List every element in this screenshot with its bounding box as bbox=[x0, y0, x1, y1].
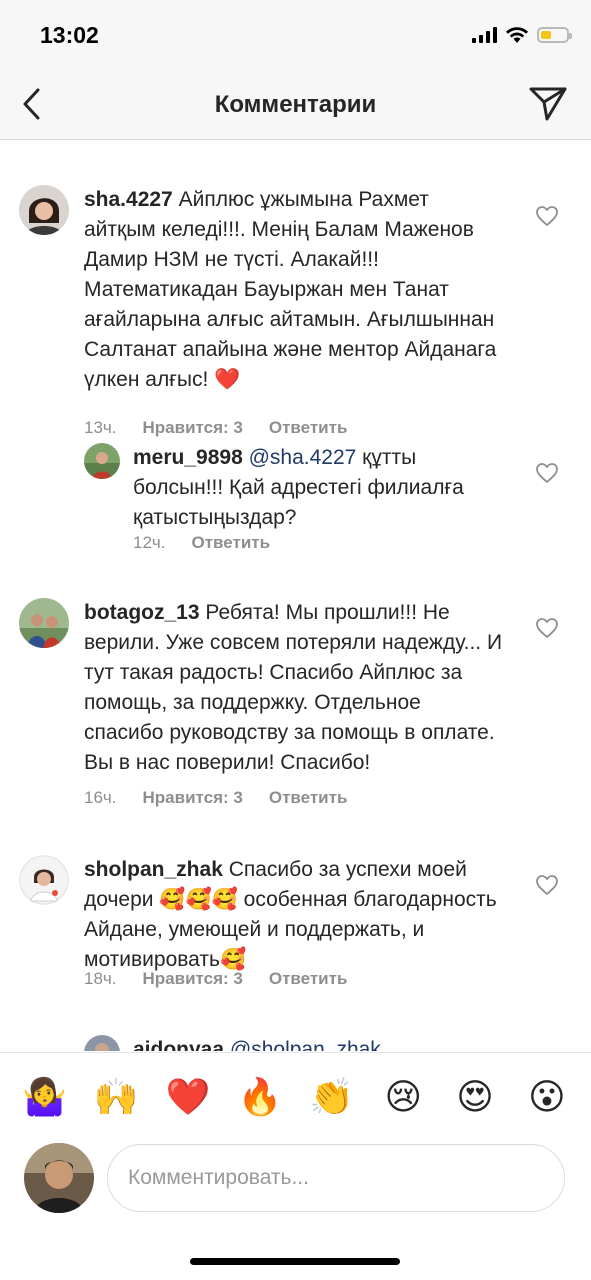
status-time: 13:02 bbox=[40, 22, 99, 48]
emoji-crying-face[interactable]: 😢 bbox=[381, 1075, 425, 1119]
comment-username[interactable]: botagoz_13 bbox=[84, 601, 200, 624]
quick-emoji-bar: 🤷‍♀️ 🙌 ❤️ 🔥 👏 😢 😍 😮 bbox=[0, 1052, 591, 1140]
comment-meta: 16ч. Нравится: 3 Ответить bbox=[84, 788, 347, 808]
paper-plane-icon bbox=[529, 87, 567, 121]
comment-body: sha.4227 Айплюс ұжымына Рахмет айтқым ке… bbox=[84, 185, 504, 395]
comment-body: botagoz_13 Ребята! Мы прошли!!! Не верил… bbox=[84, 598, 504, 778]
emoji-fire[interactable]: 🔥 bbox=[238, 1075, 283, 1119]
share-button[interactable] bbox=[527, 84, 569, 124]
comment-username[interactable]: sholpan_zhak bbox=[84, 858, 223, 881]
comment-emoji: 🥰 bbox=[219, 948, 247, 971]
reply-button[interactable]: Ответить bbox=[269, 418, 348, 438]
comment-body: aidonyaa @sholpan_zhak bbox=[133, 1035, 505, 1051]
avatar[interactable] bbox=[19, 855, 69, 905]
comment-username[interactable]: aidonyaa bbox=[133, 1038, 224, 1051]
home-indicator[interactable] bbox=[190, 1258, 400, 1265]
comment-likes-count[interactable]: Нравится: 3 bbox=[143, 969, 243, 989]
heart-icon[interactable] bbox=[535, 462, 559, 484]
comment-likes-count[interactable]: Нравится: 3 bbox=[143, 788, 243, 808]
heart-icon[interactable] bbox=[535, 874, 559, 896]
avatar[interactable] bbox=[84, 443, 120, 479]
heart-icon[interactable] bbox=[535, 205, 559, 227]
nav-header: Комментарии bbox=[0, 70, 591, 140]
reply-button[interactable]: Ответить bbox=[269, 969, 348, 989]
comment-username[interactable]: sha.4227 bbox=[84, 188, 173, 211]
page-title: Комментарии bbox=[214, 91, 377, 118]
comment-meta: 13ч. Нравится: 3 Ответить bbox=[84, 418, 347, 438]
comment-emoji: 🥰🥰🥰 bbox=[159, 888, 238, 911]
emoji-clapping-hands[interactable]: 👏 bbox=[309, 1075, 354, 1119]
emoji-red-heart[interactable]: ❤️ bbox=[166, 1075, 211, 1119]
mention-link[interactable]: @sholpan_zhak bbox=[230, 1038, 381, 1051]
comment-input[interactable] bbox=[107, 1144, 565, 1212]
status-icons bbox=[472, 26, 572, 44]
avatar bbox=[24, 1143, 94, 1213]
reply-button[interactable]: Ответить bbox=[192, 533, 271, 553]
wifi-icon bbox=[506, 27, 528, 43]
emoji-surprised-face[interactable]: 😮 bbox=[525, 1075, 569, 1119]
comment-body: meru_9898 @sha.4227 құтты болсын!!! Қай … bbox=[133, 443, 505, 533]
mention-link[interactable]: @sha.4227 bbox=[249, 446, 357, 469]
comment-text: Ребята! Мы прошли!!! Не верили. Уже совс… bbox=[84, 601, 503, 774]
cellular-signal-icon bbox=[472, 27, 497, 43]
comment-time: 12ч. bbox=[133, 533, 166, 552]
avatar[interactable] bbox=[19, 185, 69, 235]
comment-body: sholpan_zhak Спасибо за успехи моей доче… bbox=[84, 855, 504, 975]
emoji-woman-shrugging[interactable]: 🤷‍♀️ bbox=[22, 1075, 67, 1119]
comment-emoji: ❤️ bbox=[214, 368, 241, 391]
comment-time: 13ч. bbox=[84, 418, 117, 437]
avatar[interactable] bbox=[19, 598, 69, 648]
heart-icon[interactable] bbox=[535, 617, 559, 639]
comment-likes-count[interactable]: Нравится: 3 bbox=[143, 418, 243, 438]
comment-meta: 12ч. Ответить bbox=[133, 533, 270, 553]
comment-username[interactable]: meru_9898 bbox=[133, 446, 243, 469]
reply-button[interactable]: Ответить bbox=[269, 788, 348, 808]
battery-icon bbox=[537, 27, 572, 43]
comments-list[interactable]: sha.4227 Айплюс ұжымына Рахмет айтқым ке… bbox=[0, 141, 591, 1051]
comment-composer bbox=[0, 1140, 591, 1220]
avatar[interactable] bbox=[84, 1035, 120, 1051]
emoji-heart-eyes[interactable]: 😍 bbox=[453, 1075, 497, 1119]
status-bar: 13:02 bbox=[0, 0, 591, 70]
comment-time: 16ч. bbox=[84, 788, 117, 807]
comment-meta: 18ч. Нравится: 3 Ответить bbox=[84, 969, 347, 989]
comment-text: Айплюс ұжымына Рахмет айтқым келеді!!!. … bbox=[84, 188, 497, 391]
comment-time: 18ч. bbox=[84, 969, 117, 988]
emoji-raising-hands[interactable]: 🙌 bbox=[94, 1075, 139, 1119]
